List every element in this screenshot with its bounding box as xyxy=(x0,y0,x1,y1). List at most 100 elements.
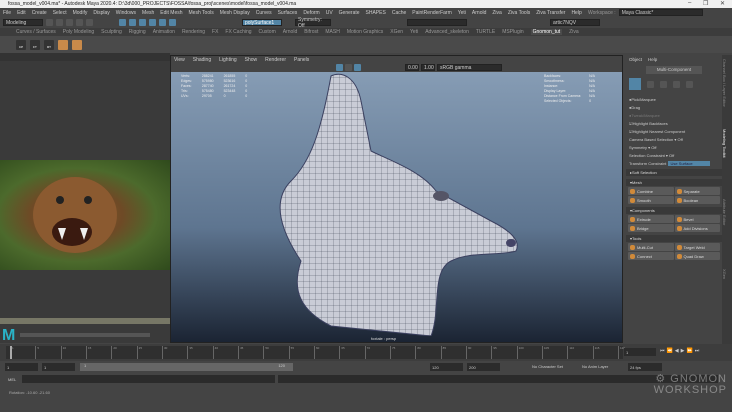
input-field[interactable] xyxy=(407,19,467,26)
bevel-button[interactable]: Bevel xyxy=(674,215,720,223)
step-back-icon[interactable]: ⏪ xyxy=(667,348,673,354)
isolate-icon[interactable] xyxy=(354,64,361,71)
viewport-menu-lighting[interactable]: Lighting xyxy=(219,57,237,63)
playback-start-field[interactable]: 1 xyxy=(42,363,75,371)
menu-create[interactable]: Create xyxy=(32,10,47,16)
shelf-tab-turtle[interactable]: TURTLE xyxy=(476,29,495,35)
viewport-menu-panels[interactable]: Panels xyxy=(294,57,309,63)
side-tab-modeling-toolkit[interactable]: Modeling Toolkit xyxy=(722,125,727,195)
components-section[interactable]: ▾ Components xyxy=(626,207,722,214)
add-divisions-button[interactable]: Add Divisions xyxy=(674,224,720,232)
time-slider[interactable]: 1 5 10 15 20 25 30 35 40 45 50 55 60 65 70 75 80 85 90 95 10… xyxy=(0,344,732,361)
side-tab-xgen[interactable]: XGen xyxy=(722,265,727,335)
step-forward-icon[interactable]: ⏩ xyxy=(686,348,692,354)
minimize-button[interactable]: – xyxy=(688,0,691,6)
tools-section[interactable]: ▾ Tools xyxy=(626,235,722,242)
shelf-tab-poly-modeling[interactable]: Poly Modeling xyxy=(63,29,94,35)
face-mode-icon[interactable] xyxy=(673,80,680,88)
hand-icon[interactable] xyxy=(58,39,68,50)
close-button[interactable]: ✕ xyxy=(720,0,725,7)
menu-ziva-transfer[interactable]: Ziva Transfer xyxy=(536,10,565,16)
smooth-button[interactable]: Smooth xyxy=(628,196,674,204)
viewport-menu-view[interactable]: View xyxy=(174,57,185,63)
snap-live-icon[interactable] xyxy=(169,19,176,26)
maximize-button[interactable]: ❐ xyxy=(703,0,708,7)
current-frame-field[interactable]: 1 xyxy=(624,348,656,356)
symmetry-select[interactable]: Symmetry: Off xyxy=(295,17,331,29)
viewport-menu-show[interactable]: Show xyxy=(245,57,258,63)
shelf-tab-xgen[interactable]: XGen xyxy=(390,29,403,35)
menu-edit[interactable]: Edit xyxy=(17,10,26,16)
shelf-tab-animation[interactable]: Animation xyxy=(153,29,175,35)
mel-label[interactable]: MEL xyxy=(8,377,16,382)
shelf-tab-motion-graphics[interactable]: Motion Graphics xyxy=(347,29,383,35)
selection-constraint[interactable]: Selection Constraint ▾ Off xyxy=(629,151,719,159)
menu-curves[interactable]: Curves xyxy=(256,10,272,16)
shelf-tab-gnomon-tut[interactable]: Gnomon_tut xyxy=(530,29,563,35)
menu-generate[interactable]: Generate xyxy=(339,10,360,16)
pick-marquee-radio[interactable]: ● Pick/Marquee xyxy=(629,95,719,103)
range-bar[interactable]: 1 120 xyxy=(80,363,293,371)
start-time-field[interactable]: 1 xyxy=(5,363,38,371)
shelf-tab-bifrost[interactable]: Bifrost xyxy=(304,29,318,35)
shelf-tab-fx[interactable]: FX xyxy=(212,29,218,35)
combine-button[interactable]: Combine xyxy=(628,187,674,195)
colorspace-select[interactable]: sRGB gamma xyxy=(437,64,502,71)
target-weld-button[interactable]: Target Weld xyxy=(674,243,720,251)
shelf-tab-rigging[interactable]: Rigging xyxy=(129,29,146,35)
menu-deform[interactable]: Deform xyxy=(303,10,319,16)
open-scene-icon[interactable] xyxy=(56,19,63,26)
menu-select[interactable]: Select xyxy=(53,10,67,16)
horizontal-scrollbar[interactable] xyxy=(20,333,150,337)
play-back-icon[interactable]: ◀ xyxy=(675,348,679,354)
uv-mode-icon[interactable] xyxy=(686,80,693,88)
menu-paintrenderfarm[interactable]: PaintRenderFarm xyxy=(412,10,451,16)
highlight-backfaces-checkbox[interactable]: ☑ Highlight Backfaces xyxy=(629,119,719,127)
snap-view-icon[interactable] xyxy=(149,19,156,26)
new-scene-icon[interactable] xyxy=(46,19,53,26)
menu-cache[interactable]: Cache xyxy=(392,10,406,16)
menu-help[interactable]: Help xyxy=(571,10,581,16)
menu-file[interactable]: File xyxy=(3,10,11,16)
user-select[interactable]: artic7NQV xyxy=(550,19,600,26)
script-icon[interactable] xyxy=(72,39,82,50)
snap-grid-icon[interactable] xyxy=(119,19,126,26)
shelf-tab-advanced-skeleton[interactable]: Advanced_skeleton xyxy=(425,29,469,35)
shelf-tab-fx-caching[interactable]: FX Caching xyxy=(225,29,251,35)
live-surface-field[interactable]: polySurface1 xyxy=(242,19,282,26)
menu-windows[interactable]: Windows xyxy=(116,10,136,16)
camera-based-selection[interactable]: Camera Based Selection ▾ Off xyxy=(629,135,719,143)
anim-layer-select[interactable]: No Anim Layer xyxy=(582,364,608,369)
toolkit-menu-object[interactable]: Object xyxy=(629,57,642,62)
menu-shapes[interactable]: SHAPES xyxy=(366,10,386,16)
side-tab-channel-box-layer-editor[interactable]: Channel Box / Layer Editor xyxy=(722,55,727,125)
shelf-tab-rendering[interactable]: Rendering xyxy=(182,29,205,35)
undo-icon[interactable] xyxy=(76,19,83,26)
menu-edit-mesh[interactable]: Edit Mesh xyxy=(160,10,182,16)
symmetry-option[interactable]: Symmetry ▾ Off xyxy=(629,143,719,151)
shelf-tab-yeti[interactable]: Yeti xyxy=(410,29,418,35)
workspace-select[interactable]: Maya Classic* xyxy=(618,9,703,16)
gamma-field[interactable]: 1.00 xyxy=(421,64,435,71)
mesh-section[interactable]: ▾ Mesh xyxy=(626,179,722,186)
quad-draw-button[interactable]: Quad Draw xyxy=(674,252,720,260)
shelf-tab-custom[interactable]: Custom xyxy=(259,29,276,35)
multi-cut-button[interactable]: Multi-Cut xyxy=(628,243,674,251)
drag-radio[interactable]: ● Drag xyxy=(629,103,719,111)
save-scene-icon[interactable] xyxy=(66,19,73,26)
menu-ziva-tools[interactable]: Ziva Tools xyxy=(508,10,530,16)
toolkit-menu-help[interactable]: Help xyxy=(648,57,657,62)
menu-mesh[interactable]: Mesh xyxy=(142,10,154,16)
wireframe-icon[interactable] xyxy=(336,64,343,71)
command-input[interactable] xyxy=(22,375,275,383)
edge-mode-icon[interactable] xyxy=(660,80,667,88)
menu-modify[interactable]: Modify xyxy=(73,10,88,16)
shelf-tab-curves-surfaces[interactable]: Curves / Surfaces xyxy=(16,29,56,35)
shelf-item-ft[interactable]: FT xyxy=(30,39,40,50)
transform-constraint[interactable]: Transform Constraint Use Surface xyxy=(629,159,719,167)
playback-end-field[interactable]: 120 xyxy=(430,363,463,371)
shelf-item-rt[interactable]: RT xyxy=(44,39,54,50)
go-to-end-icon[interactable]: ⏭ xyxy=(695,348,700,354)
menu-mesh-display[interactable]: Mesh Display xyxy=(220,10,250,16)
shelf-tab-arnold[interactable]: Arnold xyxy=(283,29,297,35)
